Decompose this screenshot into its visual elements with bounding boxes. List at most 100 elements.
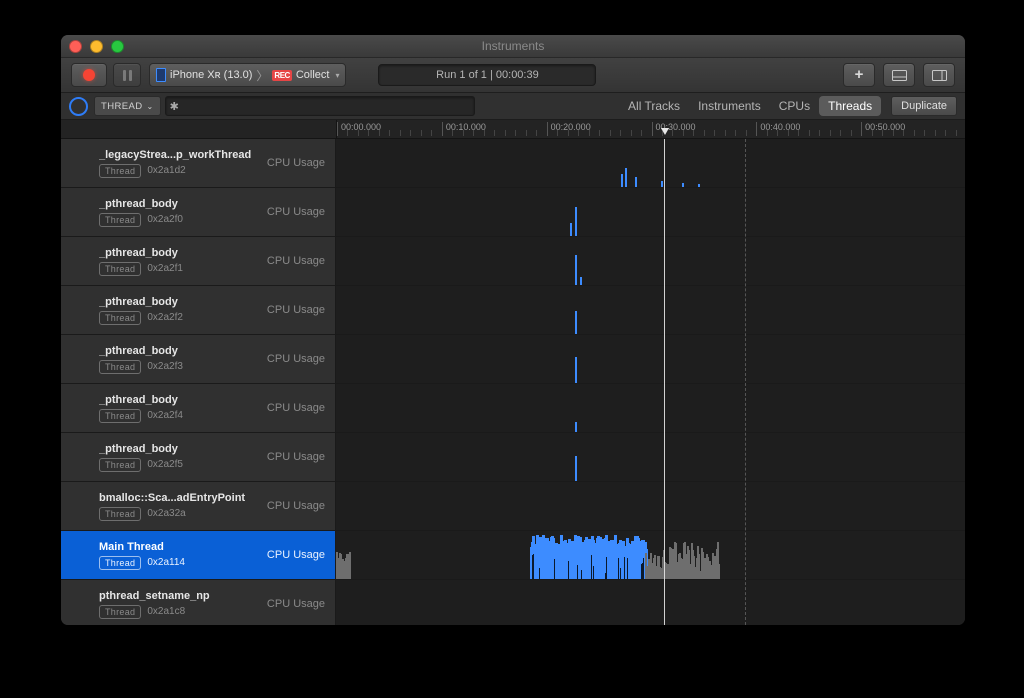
ruler-tick-major: 00:40.000 [756, 122, 800, 136]
thread-id: 0x2a32a [147, 508, 185, 519]
track-row[interactable]: _pthread_body Thread 0x2a2f2 CPU Usage [61, 286, 965, 335]
timeline-cell[interactable] [336, 384, 965, 432]
track-row[interactable]: _pthread_bodyThread0x2a2f3CPU Usage [61, 335, 965, 384]
record-button[interactable] [71, 63, 107, 87]
track-row[interactable]: bmalloc::Sca...adEntryPointThread 0x2a32a… [61, 482, 965, 531]
chevron-down-icon: ⌄ [146, 102, 153, 111]
track-info[interactable]: _pthread_bodyThread0x2a2f0CPU Usage [61, 188, 336, 236]
target-label: Collect [296, 69, 330, 81]
timeline-cell[interactable] [336, 433, 965, 481]
thread-tag: Thread [99, 311, 141, 325]
cpu-usage-label: CPU Usage [267, 549, 325, 561]
track-row[interactable]: _pthread_bodyThread0x2a2f0CPU Usage [61, 188, 965, 237]
cpu-usage-label: CPU Usage [267, 206, 325, 218]
ruler-tick-major: 00:00.000 [337, 122, 381, 136]
timeline-cell[interactable] [336, 188, 965, 236]
ruler-tick-major: 00:10.000 [442, 122, 486, 136]
tracks-area: _legacyStrea...p_workThreadThread0x2a1d2… [61, 139, 965, 625]
thread-id: 0x2a1c8 [147, 606, 185, 617]
thread-tag: Thread [99, 409, 141, 423]
timeline-cell[interactable] [336, 237, 965, 285]
layout-right-button[interactable] [923, 63, 955, 87]
ruler-tick-major: 00:20.000 [547, 122, 591, 136]
rec-badge-icon: REC [272, 70, 291, 81]
seg-instruments[interactable]: Instruments [689, 96, 770, 116]
ruler-tick-major: 00:50.000 [861, 122, 905, 136]
track-info[interactable]: _pthread_bodyThread0x2a2f3CPU Usage [61, 335, 336, 383]
thread-id: 0x2a2f2 [147, 312, 183, 323]
layout-left-button[interactable] [883, 63, 915, 87]
close-icon[interactable] [69, 40, 82, 53]
track-name: pthread_setname_np [99, 590, 279, 602]
track-view-segmented: All Tracks Instruments CPUs Threads [619, 96, 881, 116]
timeline-cell[interactable] [336, 531, 965, 579]
thread-id: 0x2a2f5 [147, 459, 183, 470]
seg-all-tracks[interactable]: All Tracks [619, 96, 689, 116]
chevron-down-icon: ▾ [335, 71, 339, 80]
minimize-icon[interactable] [90, 40, 103, 53]
track-info[interactable]: pthread_setname_np Thread 0x2a1c8 CPU Usage [61, 580, 336, 625]
timeline-cell[interactable] [336, 580, 965, 625]
timeline-cell[interactable] [336, 286, 965, 334]
track-row[interactable]: _pthread_bodyThread0x2a2f4CPU Usage [61, 384, 965, 433]
thread-id: 0x2a2f1 [147, 263, 183, 274]
toolbar: iPhone Xʀ (13.0) 〉 REC Collect ▾ Run 1 o… [61, 58, 965, 93]
thread-tag: Thread [99, 360, 141, 374]
zoom-icon[interactable] [111, 40, 124, 53]
track-info[interactable]: _legacyStrea...p_workThreadThread0x2a1d2… [61, 139, 336, 187]
track-row[interactable]: pthread_setname_np Thread 0x2a1c8 CPU Usage [61, 580, 965, 625]
target-ring-icon[interactable] [69, 97, 88, 116]
star-icon: ✱ [170, 100, 179, 113]
seg-cpus[interactable]: CPUs [770, 96, 819, 116]
thread-tag: Thread [99, 458, 141, 472]
cpu-usage-label: CPU Usage [267, 353, 325, 365]
thread-tag: Thread [99, 605, 141, 619]
run-info-pill[interactable]: Run 1 of 1 | 00:00:39 [378, 64, 596, 86]
pause-button[interactable] [113, 63, 141, 87]
track-row[interactable]: _pthread_bodyThread0x2a2f1CPU Usage [61, 237, 965, 286]
timeline-cell[interactable] [336, 335, 965, 383]
playhead-icon[interactable] [661, 128, 669, 135]
timeline-cell[interactable] [336, 139, 965, 187]
track-info[interactable]: Main ThreadThread0x2a114CPU Usage [61, 531, 336, 579]
track-row[interactable]: Main ThreadThread0x2a114CPU Usage [61, 531, 965, 580]
target-selector[interactable]: iPhone Xʀ (13.0) 〉 REC Collect ▾ [149, 63, 346, 87]
track-name: _pthread_body [99, 296, 279, 308]
run-info-label: Run 1 of 1 | 00:00:39 [436, 69, 539, 81]
ruler-tick-major: 00:30.000 [652, 122, 696, 136]
cpu-usage-label: CPU Usage [267, 255, 325, 267]
track-info[interactable]: bmalloc::Sca...adEntryPointThread 0x2a32a… [61, 482, 336, 530]
thread-scope-menu[interactable]: THREAD ⌄ [94, 96, 161, 116]
ruler-gutter [61, 120, 337, 138]
app-window: Instruments iPhone Xʀ (13.0) 〉 REC Colle… [60, 34, 966, 626]
filter-bar: THREAD ⌄ ✱ All Tracks Instruments CPUs T… [61, 93, 965, 120]
track-row[interactable]: _pthread_bodyThread0x2a2f5CPU Usage [61, 433, 965, 482]
track-name: Main Thread [99, 541, 279, 553]
thread-tag: Thread [99, 507, 141, 521]
track-info[interactable]: _pthread_bodyThread0x2a2f5CPU Usage [61, 433, 336, 481]
layout-bottom-icon [892, 70, 907, 81]
chevron-right-icon: 〉 [256, 67, 268, 84]
track-info[interactable]: _pthread_bodyThread0x2a2f1CPU Usage [61, 237, 336, 285]
duplicate-button[interactable]: Duplicate [891, 96, 957, 116]
window-title: Instruments [482, 39, 545, 53]
track-info[interactable]: _pthread_bodyThread0x2a2f4CPU Usage [61, 384, 336, 432]
titlebar[interactable]: Instruments [61, 35, 965, 58]
track-name: _pthread_body [99, 394, 279, 406]
layout-right-icon [932, 70, 947, 81]
time-ruler[interactable]: 00:00.000 00:10.000 00:20.000 00:30.000 00:4… [61, 120, 965, 139]
track-info[interactable]: _pthread_body Thread 0x2a2f2 CPU Usage [61, 286, 336, 334]
track-row[interactable]: _legacyStrea...p_workThreadThread0x2a1d2… [61, 139, 965, 188]
ruler-scale[interactable]: 00:00.000 00:10.000 00:20.000 00:30.000 00:4… [337, 120, 965, 138]
filter-input[interactable]: ✱ [165, 96, 475, 116]
cpu-usage-label: CPU Usage [267, 598, 325, 610]
add-button[interactable]: + [843, 63, 875, 87]
track-name: _pthread_body [99, 345, 279, 357]
timeline-cell[interactable] [336, 482, 965, 530]
track-name: bmalloc::Sca...adEntryPoint [99, 492, 279, 504]
cpu-usage-label: CPU Usage [267, 157, 325, 169]
viewport: Instruments iPhone Xʀ (13.0) 〉 REC Colle… [0, 0, 1024, 698]
thread-id: 0x2a2f4 [147, 410, 183, 421]
cpu-usage-label: CPU Usage [267, 304, 325, 316]
seg-threads[interactable]: Threads [819, 96, 881, 116]
